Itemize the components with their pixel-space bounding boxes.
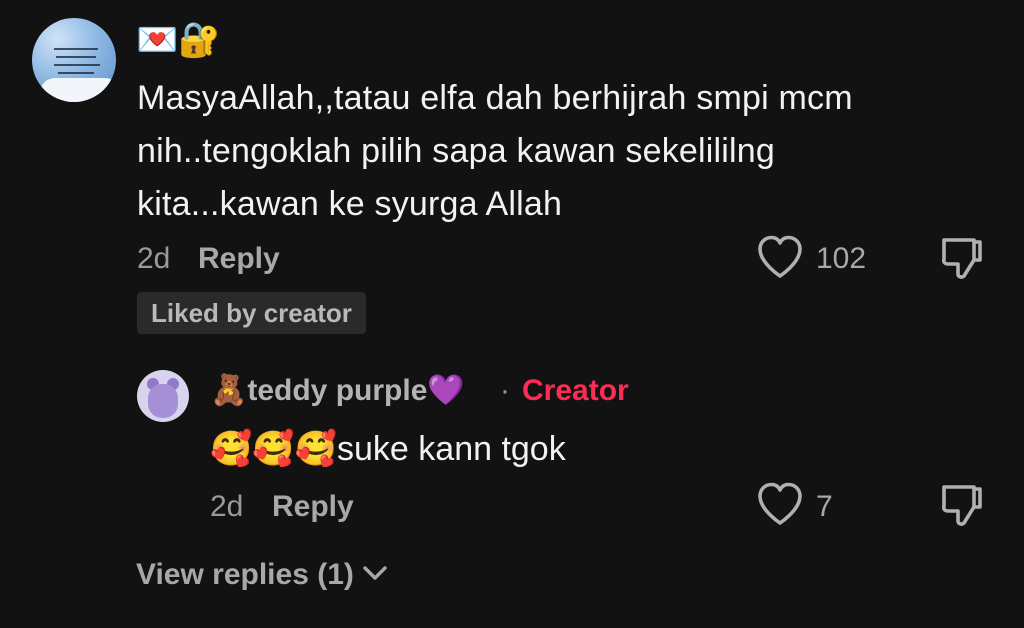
reply-text: 🥰🥰🥰suke kann tgok [210, 426, 566, 472]
reply-author-label: teddy purple [247, 374, 428, 407]
like-count: 102 [816, 242, 867, 275]
purple-heart-emoji: 💜 [427, 373, 465, 408]
heart-outline-icon[interactable] [756, 481, 804, 527]
chevron-down-icon [363, 566, 387, 580]
dislike-icon[interactable] [938, 481, 986, 529]
reply-like-count: 7 [816, 490, 833, 523]
commenter-badges: 💌🔐 [136, 20, 221, 60]
dislike-icon[interactable] [938, 234, 986, 282]
separator-dot: · [500, 374, 510, 407]
reply-button[interactable]: Reply [198, 240, 280, 278]
teddy-bear-emoji: 🧸 [210, 373, 248, 408]
reply-timestamp: 2d [210, 490, 244, 523]
reply-author-name[interactable]: 🧸teddy purple💜 [210, 370, 465, 412]
smiling-hearts-emojis: 🥰🥰🥰 [210, 429, 338, 469]
commenter-avatar[interactable] [32, 18, 116, 102]
heart-outline-icon[interactable] [756, 234, 804, 280]
comment-timestamp: 2d [137, 242, 171, 275]
reply-to-reply-button[interactable]: Reply [272, 488, 354, 526]
comment-text: MasyaAllah,,tatau elfa dah berhijrah smp… [137, 79, 853, 223]
view-replies-label: View replies (1) [136, 558, 354, 591]
creator-tag: Creator [522, 374, 629, 407]
liked-by-creator-badge: Liked by creator [137, 292, 366, 334]
reply-text-body: suke kann tgok [337, 430, 566, 468]
reply-author-avatar[interactable] [137, 370, 189, 422]
view-replies-button[interactable]: View replies (1) [136, 556, 390, 594]
